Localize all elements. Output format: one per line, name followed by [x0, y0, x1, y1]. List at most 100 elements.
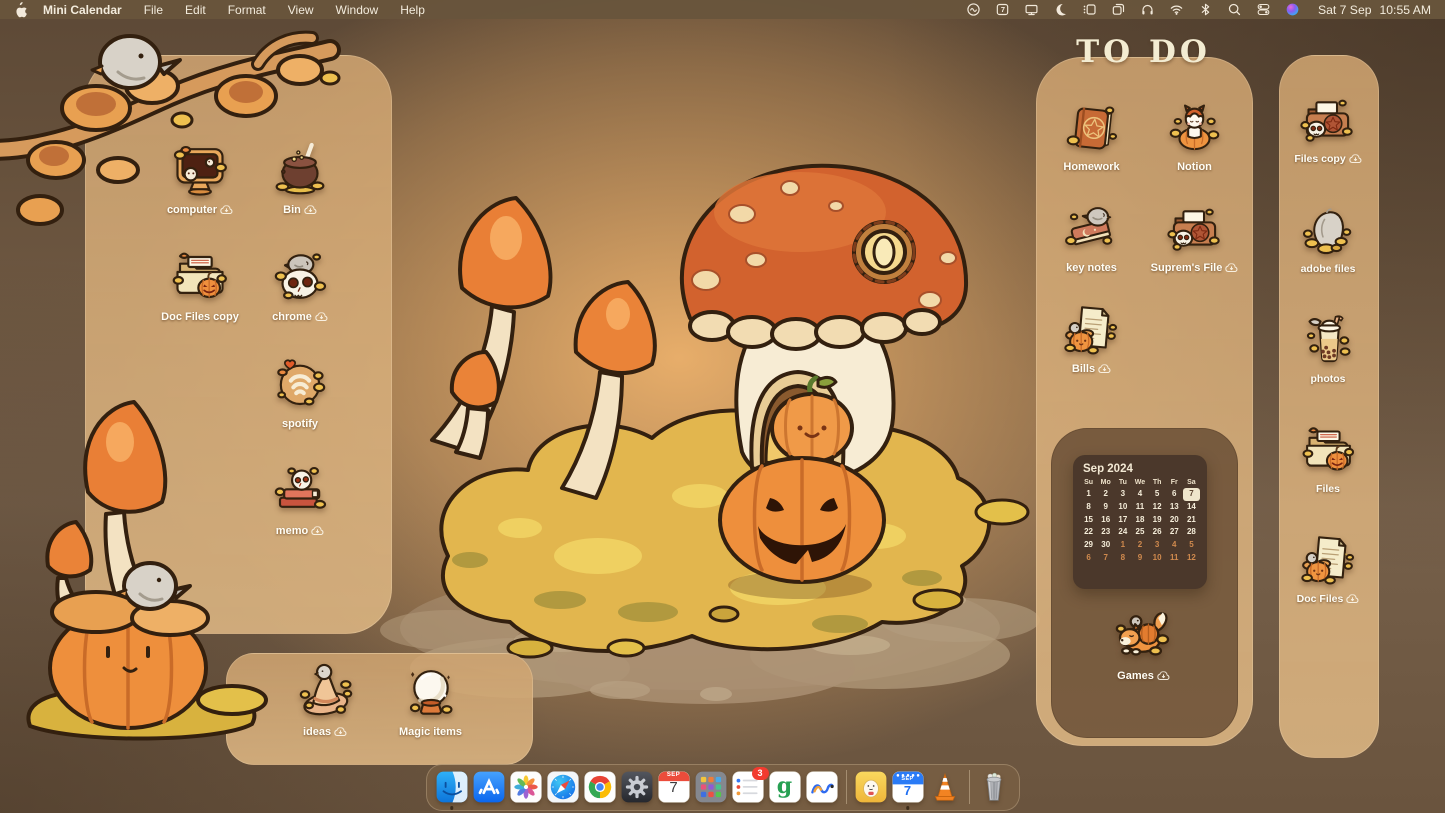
desktop-icon-spotify[interactable]: spotify [270, 354, 330, 461]
dock-item-launchpad[interactable] [694, 770, 728, 804]
desktop-icon-suprem-s-file[interactable]: Suprem's File [1151, 201, 1239, 302]
status-icon-headphones[interactable] [1140, 2, 1156, 18]
menu-help[interactable]: Help [400, 3, 425, 17]
dock-item-reminders[interactable]: 3 [731, 770, 765, 804]
status-icon-wifi[interactable] [1169, 2, 1185, 18]
calendar-day-cell[interactable]: 17 [1114, 514, 1131, 527]
calendar-day-cell[interactable]: 30 [1097, 539, 1114, 552]
desktop-icon-doc-files-copy[interactable]: Doc Files copy [161, 247, 239, 354]
dock-item-vlc[interactable] [928, 770, 962, 804]
status-icon-search[interactable] [1227, 2, 1243, 18]
desktop-icon-files-copy[interactable]: Files copy [1294, 92, 1361, 165]
calendar-day-cell[interactable]: 14 [1183, 501, 1200, 514]
calendar-day-cell[interactable]: 22 [1080, 526, 1097, 539]
menu-edit[interactable]: Edit [185, 3, 206, 17]
monitor-icon [170, 140, 230, 200]
calendar-day-cell[interactable]: 12 [1149, 501, 1166, 514]
calendar-day-cell[interactable]: 4 [1131, 488, 1148, 501]
dock-item-goodnotes[interactable]: g [768, 770, 802, 804]
dock-item-character-app[interactable] [854, 770, 888, 804]
dock-item-mini-calendar[interactable]: SEP7 [891, 770, 925, 804]
dock-item-trash[interactable] [977, 770, 1011, 804]
calendar-day-cell[interactable]: 8 [1080, 501, 1097, 514]
calendar-day-cell[interactable]: 18 [1131, 514, 1148, 527]
calendar-day-cell[interactable]: 25 [1131, 526, 1148, 539]
apple-menu-icon[interactable] [14, 2, 27, 18]
desktop-icon-notion[interactable]: Notion [1166, 100, 1223, 201]
desktop-icon-games[interactable]: Games [1112, 602, 1176, 682]
calendar-day-cell[interactable]: 13 [1166, 501, 1183, 514]
menu-format[interactable]: Format [228, 3, 266, 17]
dock-item-whiteboard-app[interactable] [805, 770, 839, 804]
calendar-day-cell[interactable]: 6 [1080, 552, 1097, 565]
desktop-icon-files[interactable]: Files [1300, 422, 1357, 495]
calendar-day-cell[interactable]: 7 [1097, 552, 1114, 565]
dock-item-finder[interactable] [435, 770, 469, 804]
dock-item-calendar-app[interactable]: SEP7 [657, 770, 691, 804]
desktop-icon-bills[interactable]: Bills [1063, 302, 1120, 403]
status-icon-siri[interactable] [1285, 2, 1301, 18]
calendar-day-cell[interactable]: 10 [1149, 552, 1166, 565]
dock-item-system-settings[interactable] [620, 770, 654, 804]
status-icon-moon[interactable] [1053, 2, 1069, 18]
desktop-icon-memo[interactable]: memo [270, 461, 330, 568]
desktop-icon-adobe-files[interactable]: adobe files [1300, 202, 1357, 275]
calendar-day-cell[interactable]: 1 [1114, 539, 1131, 552]
desktop-icon-doc-files[interactable]: Doc Files [1297, 532, 1360, 605]
menu-bar-clock[interactable]: Sat 7 Sep 10:55 AM [1318, 3, 1431, 17]
calendar-day-cell[interactable]: 4 [1166, 539, 1183, 552]
calendar-day-cell[interactable]: 24 [1114, 526, 1131, 539]
calendar-day-cell[interactable]: 26 [1149, 526, 1166, 539]
calendar-day-cell[interactable]: 27 [1166, 526, 1183, 539]
calendar-day-cell[interactable]: 3 [1149, 539, 1166, 552]
dock-item-photos-app[interactable] [509, 770, 543, 804]
menu-file[interactable]: File [144, 3, 163, 17]
calendar-day-cell[interactable]: 12 [1183, 552, 1200, 565]
dock-item-safari[interactable] [546, 770, 580, 804]
calendar-day-cell[interactable]: 10 [1114, 501, 1131, 514]
calendar-day-cell[interactable]: 2 [1097, 488, 1114, 501]
desktop-icon-chrome[interactable]: chrome [270, 247, 330, 354]
menu-view[interactable]: View [288, 3, 314, 17]
calendar-day-cell[interactable]: 9 [1131, 552, 1148, 565]
calendar-day-cell[interactable]: 5 [1149, 488, 1166, 501]
calendar-day-cell[interactable]: 19 [1149, 514, 1166, 527]
calendar-day-cell[interactable]: 29 [1080, 539, 1097, 552]
icon-label: Notion [1177, 161, 1212, 173]
menu-window[interactable]: Window [336, 3, 379, 17]
calendar-day-cell[interactable]: 11 [1166, 552, 1183, 565]
desktop-icon-ideas[interactable]: ideas [295, 662, 355, 738]
calendar-day-cell[interactable]: 8 [1114, 552, 1131, 565]
desktop-icon-computer[interactable]: computer [167, 140, 233, 247]
status-icon-creative-cloud[interactable] [966, 2, 982, 18]
calendar-today-cell[interactable]: 7 [1183, 488, 1200, 501]
calendar-day-cell[interactable]: 3 [1114, 488, 1131, 501]
desktop-icon-photos[interactable]: photos [1300, 312, 1357, 385]
desktop-icon-bin[interactable]: Bin [270, 140, 330, 247]
desktop-icon-magic-items[interactable]: Magic items [399, 662, 462, 738]
calendar-day-cell[interactable]: 15 [1080, 514, 1097, 527]
calendar-day-cell[interactable]: 2 [1131, 539, 1148, 552]
calendar-day-cell[interactable]: 5 [1183, 539, 1200, 552]
app-menu-title[interactable]: Mini Calendar [43, 3, 122, 17]
status-icon-windows-copy[interactable] [1111, 2, 1127, 18]
calendar-day-cell[interactable]: 21 [1183, 514, 1200, 527]
status-icon-control-center[interactable] [1256, 2, 1272, 18]
status-icon-stage-manager[interactable] [1082, 2, 1098, 18]
calendar-day-cell[interactable]: 28 [1183, 526, 1200, 539]
calendar-day-cell[interactable]: 23 [1097, 526, 1114, 539]
calendar-day-cell[interactable]: 6 [1166, 488, 1183, 501]
calendar-day-cell[interactable]: 11 [1131, 501, 1148, 514]
calendar-day-cell[interactable]: 16 [1097, 514, 1114, 527]
status-icon-display[interactable] [1024, 2, 1040, 18]
desktop-icon-homework[interactable]: Homework [1063, 100, 1120, 201]
desktop-icon-key-notes[interactable]: key notes [1063, 201, 1120, 302]
mini-calendar-widget[interactable]: Sep 2024 SuMoTuWeThFrSa 1234567891011121… [1073, 455, 1207, 589]
status-icon-bluetooth[interactable] [1198, 2, 1214, 18]
dock-item-chrome-app[interactable] [583, 770, 617, 804]
status-icon-calendar-day[interactable]: 7 [995, 2, 1011, 18]
calendar-day-cell[interactable]: 9 [1097, 501, 1114, 514]
calendar-day-cell[interactable]: 1 [1080, 488, 1097, 501]
calendar-day-cell[interactable]: 20 [1166, 514, 1183, 527]
dock-item-app-store[interactable] [472, 770, 506, 804]
